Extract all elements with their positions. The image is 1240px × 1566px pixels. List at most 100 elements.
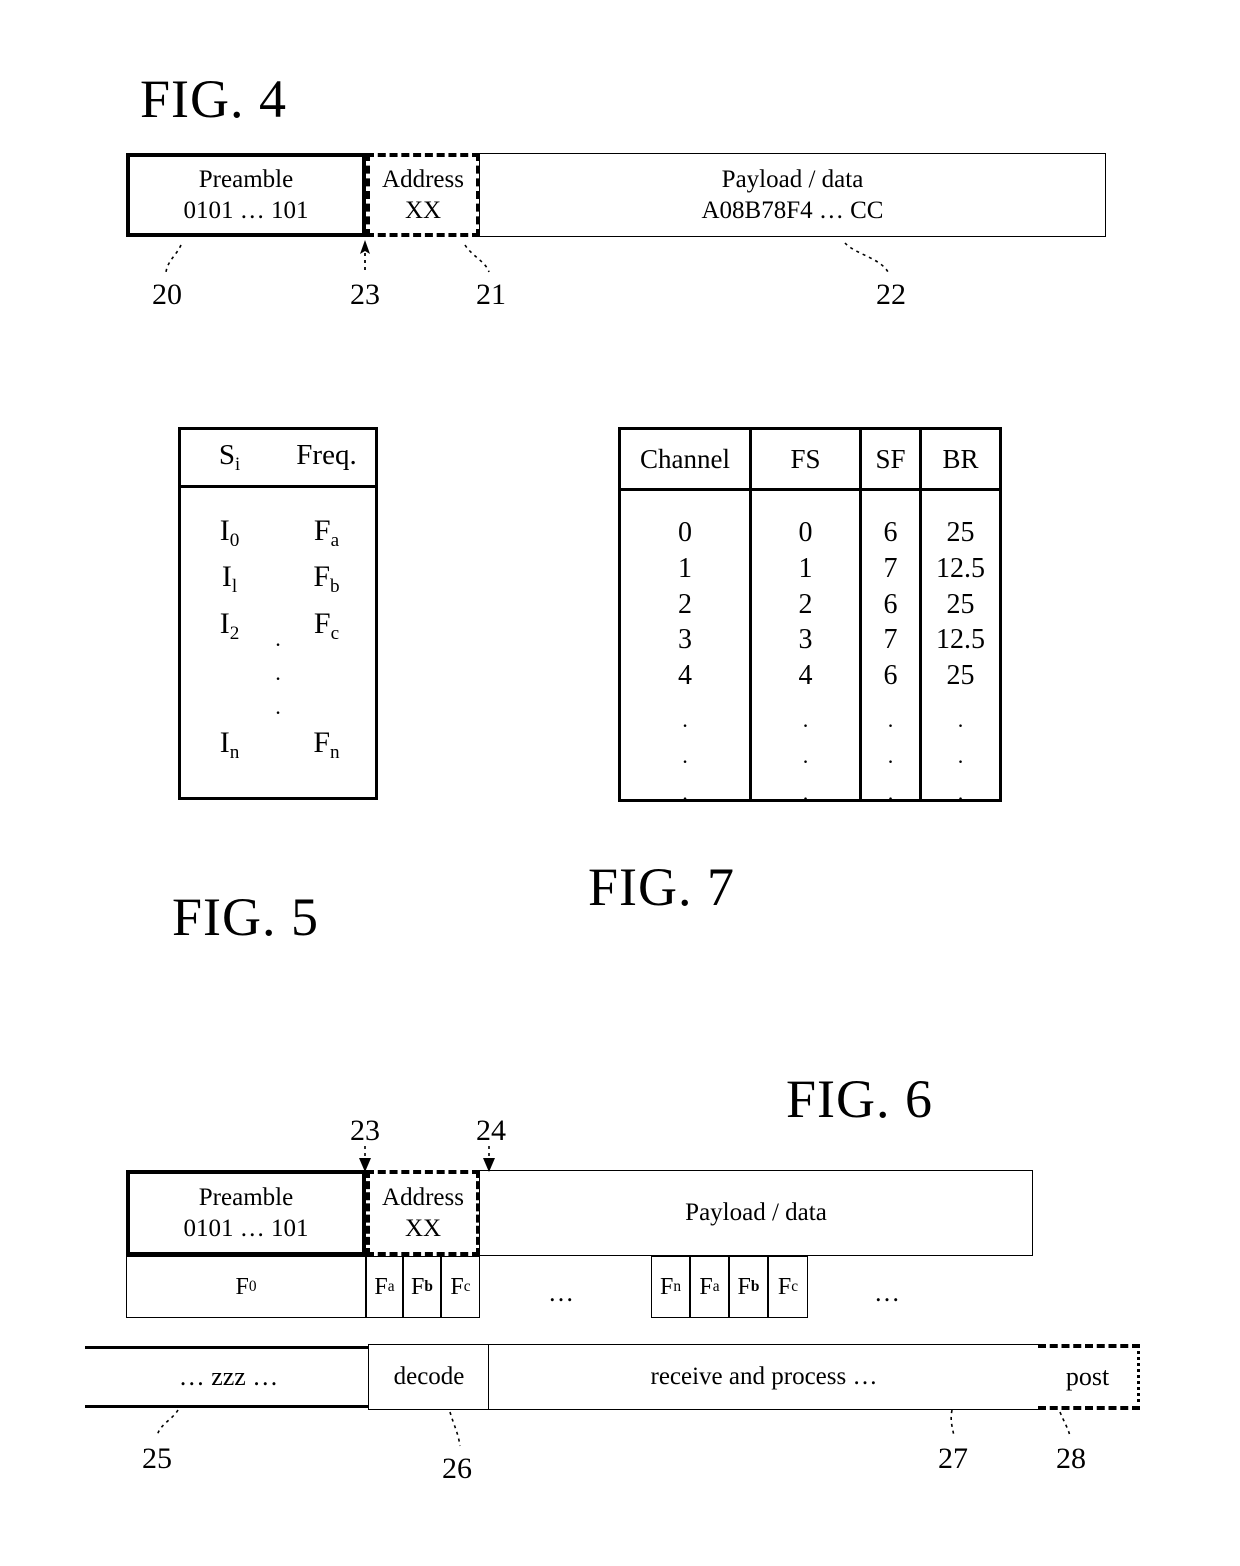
fig7-cell: 6: [883, 588, 898, 620]
fig7-header-br: BR: [922, 430, 999, 491]
fig6-address-box: Address XX: [366, 1170, 480, 1256]
fig6-payload-box: Payload / data: [479, 1170, 1033, 1256]
fig7-cell: 6: [883, 660, 898, 692]
fig6-ref-27: 27: [938, 1442, 968, 1475]
fig6-freq-gap2: …: [874, 1278, 902, 1307]
leader-22: [844, 242, 889, 273]
fig7-cell: 4: [798, 660, 813, 692]
fig7-cell: 25: [946, 660, 975, 692]
fig4-address-line1: Address: [382, 165, 464, 193]
fig7-col-br: BR 25 12.5 25 12.5 25 · · ·: [919, 430, 999, 811]
fig6-preamble-box: Preamble 0101 … 101: [126, 1170, 366, 1256]
fig4-ref-23: 23: [350, 278, 380, 311]
fig7-cell: 3: [798, 624, 813, 656]
fig7-table: Channel 0 1 2 3 4 · · · FS 0 1 2 3 4 · ·…: [618, 427, 1002, 811]
fig7-col-br-cells: 25 12.5 25 12.5 25 · · ·: [922, 491, 999, 817]
fig7-cell: 2: [678, 588, 692, 620]
fig7-header-channel: Channel: [621, 430, 749, 491]
fig6-preamble-line2: 0101 … 101: [183, 1215, 309, 1242]
leader-20: [165, 244, 182, 273]
leader-28: [1059, 1411, 1071, 1437]
fig5-row-1: Il Fb: [221, 560, 340, 598]
fig6-address-line2: XX: [404, 1215, 442, 1242]
fig4-payload-line2: A08B78F4 … CC: [701, 197, 884, 224]
fig4-title: FIG. 4: [140, 69, 288, 129]
fig5-vertical-dots: · · ·: [274, 632, 282, 726]
fig7-col-fs-cells: 0 1 2 3 4 · · ·: [752, 491, 859, 817]
fig6-ref-25: 25: [142, 1442, 172, 1475]
fig5-table-body: I0 Fa Il Fb I2 Fc · · · In Fn: [181, 488, 375, 799]
fig7-cell: 2: [798, 588, 813, 620]
fig7-col-dots: · · ·: [681, 713, 689, 811]
fig6-timeline-decode: decode: [368, 1344, 490, 1410]
fig4-preamble-box: Preamble 0101 … 101: [126, 153, 366, 237]
fig4-ref-20: 20: [152, 278, 182, 311]
arrow-23-head: [360, 240, 370, 254]
patent-figure-sheet: FIG. 4 Preamble 0101 … 101 Address XX Pa…: [0, 0, 1240, 1566]
fig7-title: FIG. 7: [588, 857, 736, 917]
fig7-col-fs: FS 0 1 2 3 4 · · ·: [749, 430, 859, 811]
fig6-freq-cell: Fa: [690, 1256, 729, 1318]
fig6-freq-cell: Fb: [403, 1256, 441, 1318]
fig4-address-box: Address XX: [366, 153, 480, 237]
fig7-cell: 7: [883, 624, 898, 656]
fig7-col-channel-cells: 0 1 2 3 4 · · ·: [621, 491, 749, 817]
fig7-cell: 4: [678, 660, 692, 692]
leader-27: [950, 1409, 955, 1437]
fig6-ref-28: 28: [1056, 1442, 1086, 1475]
fig6-freq-cell: Fc: [768, 1256, 808, 1318]
fig7-cell: 12.5: [936, 624, 985, 656]
fig6-address-line1: Address: [382, 1183, 464, 1211]
fig5-row-n: In Fn: [219, 726, 340, 764]
fig7-col-channel: Channel 0 1 2 3 4 · · ·: [621, 430, 749, 811]
fig5-row-0: I0 Fa: [219, 514, 340, 552]
fig4-preamble-line2: 0101 … 101: [183, 197, 309, 224]
fig6-ref-24: 24: [476, 1114, 506, 1147]
fig7-cell: 1: [678, 552, 692, 584]
fig4-preamble-line1: Preamble: [198, 165, 294, 193]
fig7-cell: 25: [946, 588, 975, 620]
fig7-cell: 6: [883, 517, 898, 548]
fig6-freq-cell-base: F0: [126, 1256, 366, 1318]
fig6-preamble-line1: Preamble: [198, 1183, 294, 1211]
fig7-cell: 25: [946, 517, 975, 548]
leader-26: [449, 1411, 461, 1447]
fig6-freq-cell: Fc: [441, 1256, 480, 1318]
fig4-address-line2: XX: [404, 197, 442, 224]
fig5-header-freq: Freq.: [296, 439, 357, 472]
fig4-payload-line1: Payload / data: [721, 165, 864, 193]
fig6-freq-cell: Fn: [651, 1256, 690, 1318]
fig6-title: FIG. 6: [786, 1069, 934, 1129]
fig5-table: Si Freq. I0 Fa Il Fb I2 Fc · · · In Fn: [178, 427, 378, 800]
fig7-table-columns: Channel 0 1 2 3 4 · · · FS 0 1 2 3 4 · ·…: [621, 430, 999, 811]
leader-21: [464, 244, 490, 273]
fig5-table-header-row: Si Freq.: [181, 430, 375, 488]
fig7-col-dots: · · ·: [801, 713, 810, 811]
fig7-cell: 3: [678, 624, 692, 656]
fig6-timeline-process: receive and process …: [488, 1344, 1040, 1410]
fig7-cell: 1: [798, 552, 813, 584]
fig5-header-symbol: Si: [218, 439, 241, 476]
fig7-col-dots: · · ·: [886, 713, 895, 811]
fig7-cell: 7: [883, 552, 898, 584]
fig7-col-sf-cells: 6 7 6 7 6 · · ·: [862, 491, 919, 817]
fig7-cell: 0: [798, 517, 813, 548]
fig4-ref-22: 22: [876, 278, 906, 311]
fig6-timeline-sleep: … zzz …: [85, 1346, 372, 1408]
fig7-cell: 0: [678, 517, 692, 548]
fig7-header-sf: SF: [862, 430, 919, 491]
fig6-timeline-post: post: [1038, 1344, 1140, 1410]
fig6-freq-cell: Fb: [729, 1256, 768, 1318]
fig7-header-fs: FS: [752, 430, 859, 491]
leader-25: [156, 1409, 179, 1437]
fig7-cell: 12.5: [936, 552, 985, 584]
fig6-payload-line1: Payload / data: [685, 1199, 827, 1227]
fig5-title: FIG. 5: [172, 887, 320, 947]
fig6-ref-26: 26: [442, 1452, 472, 1485]
fig7-col-dots: · · ·: [956, 713, 965, 811]
fig4-payload-box: Payload / data A08B78F4 … CC: [479, 153, 1106, 237]
fig4-ref-21: 21: [476, 278, 506, 311]
fig6-freq-cell: Fa: [366, 1256, 403, 1318]
fig6-freq-gap1: …: [548, 1278, 576, 1307]
fig6-ref-23: 23: [350, 1114, 380, 1147]
